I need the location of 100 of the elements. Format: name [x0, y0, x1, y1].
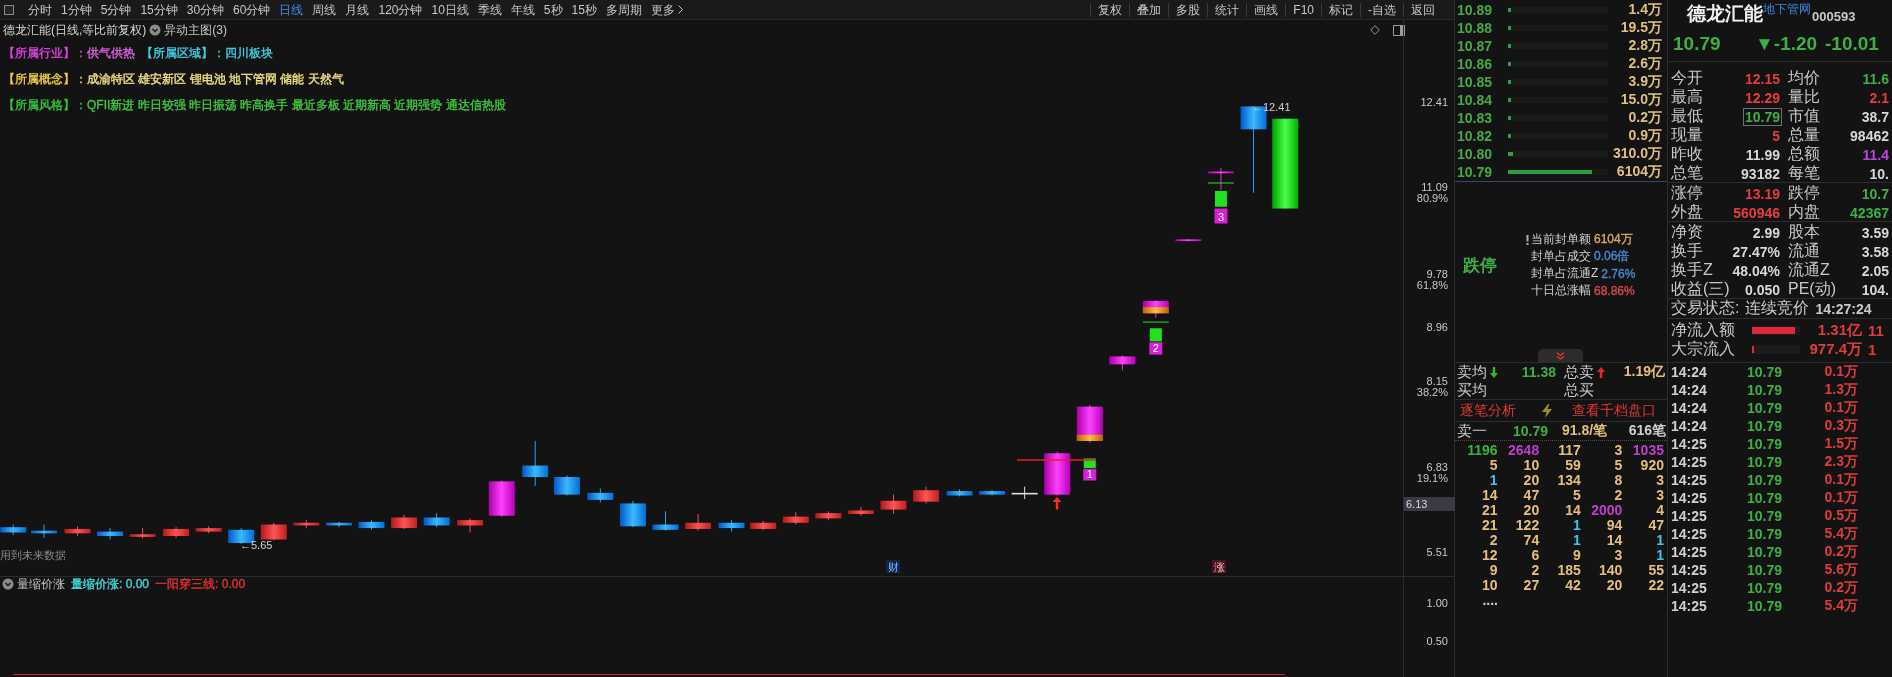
info-value: QFII新进 昨日较强 昨日振荡 昨高换手 最近多板 近期新高 近期强势 通达信热股	[87, 96, 506, 114]
axis-value-label: 1.00	[1426, 597, 1448, 609]
queue-order: 5	[1489, 458, 1498, 473]
order-volume: 310.0万	[1611, 145, 1662, 163]
axis-percent-label: 80.9%	[1416, 193, 1448, 204]
info-label: 【所属区域】：	[141, 44, 225, 62]
toolbar-button[interactable]: 标记	[1321, 2, 1360, 17]
axis-percent-label: 61.8%	[1416, 280, 1448, 291]
trade-price: 10.79	[1747, 544, 1784, 560]
toolbar-button[interactable]: 统计	[1207, 2, 1247, 17]
axis-price-label: 11.09	[1421, 182, 1448, 193]
event-marker[interactable]: 涨	[1212, 560, 1226, 573]
formula-dropdown[interactable]: 异动主图(3)	[149, 24, 227, 36]
period-tab[interactable]: 月线	[345, 1, 370, 18]
trade-time: 14:24	[1671, 382, 1708, 398]
toolbar-button[interactable]: F10	[1285, 2, 1321, 17]
sell-one-count: 616笔	[1628, 422, 1666, 440]
order-price: 10.85	[1457, 74, 1494, 90]
seal-value: 0.06倍	[1594, 248, 1630, 265]
period-tab[interactable]: 15秒	[571, 1, 597, 18]
queue-order: 1	[1656, 548, 1664, 563]
exclamation-icon	[1526, 234, 1529, 245]
trade-price: 10.79	[1747, 562, 1784, 578]
candlestick	[488, 480, 515, 518]
quote-label: 最低	[1671, 106, 1704, 126]
order-depth-link[interactable]: 查看千档盘口	[1572, 401, 1656, 420]
period-tab[interactable]: 季线	[477, 1, 502, 18]
last-price: 10.79	[1673, 33, 1722, 55]
candlestick	[979, 489, 1006, 496]
period-tab[interactable]: 120分钟	[378, 1, 423, 18]
quote-value: 12.29	[1743, 88, 1781, 107]
info-label: 【所属概念】：	[3, 70, 87, 88]
toolbar-button[interactable]: 复权	[1090, 2, 1130, 17]
quote-label: 净资	[1671, 222, 1704, 242]
quote-value: 11.99	[1744, 145, 1781, 164]
period-tab[interactable]: 10日线	[431, 1, 469, 18]
period-tab[interactable]: 多周期	[605, 1, 642, 18]
period-tab[interactable]: 5分钟	[100, 1, 132, 18]
period-tab[interactable]: 30分钟	[186, 1, 225, 18]
quote-label: 昨收	[1671, 144, 1704, 164]
order-volume: 19.5万	[1619, 19, 1662, 37]
axis-price-label: 8.96	[1426, 322, 1448, 333]
tick-analysis-link[interactable]: 逐笔分析	[1460, 401, 1516, 420]
period-tab[interactable]: 15分钟	[140, 1, 178, 18]
trade-volume: 1.5万	[1823, 435, 1858, 453]
stock-name: 德龙汇能	[1687, 2, 1763, 26]
toolbar-button[interactable]: -自选	[1360, 2, 1403, 17]
indicator-dropdown[interactable]: 量缩价涨	[2, 578, 65, 590]
chevron-right-icon	[677, 5, 683, 14]
candlestick	[195, 525, 222, 534]
square-icon[interactable]	[4, 4, 14, 15]
collapse-button[interactable]	[1538, 349, 1583, 362]
candlestick	[325, 521, 352, 528]
candlestick	[260, 522, 287, 541]
period-tab[interactable]: 年线	[510, 1, 535, 18]
period-tab[interactable]: 日线	[279, 1, 304, 18]
trade-volume: 1.3万	[1823, 381, 1858, 399]
quote-value: 3.58	[1860, 242, 1890, 261]
indicator-value: 量缩价涨: 0.00	[71, 575, 150, 593]
quote-value: 3.59	[1860, 223, 1890, 242]
order-volume: 3.9万	[1627, 73, 1662, 91]
queue-order: 122	[1515, 518, 1540, 533]
quote-value: 38.7	[1860, 107, 1890, 126]
toolbar-button[interactable]: 画线	[1246, 2, 1286, 17]
more-button[interactable]: 更多	[650, 1, 683, 18]
flow-value: 1.31亿	[1816, 321, 1862, 340]
order-price: 10.86	[1457, 56, 1494, 72]
quote-label: 市值	[1787, 106, 1821, 126]
concept-tag[interactable]: 地下管网	[1763, 1, 1811, 18]
seal-value: 68.86%	[1594, 283, 1635, 298]
toolbar-button[interactable]: 多股	[1168, 2, 1208, 17]
candlestick	[1207, 167, 1235, 191]
period-tab[interactable]: 1分钟	[61, 1, 92, 18]
chart-title: 德龙汇能(日线,等比前复权)	[3, 21, 147, 39]
toolbar-button[interactable]: 返回	[1403, 2, 1442, 17]
trade-price: 10.79	[1747, 526, 1784, 542]
price-tag: 6.13	[1404, 497, 1455, 511]
period-tab[interactable]: 5秒	[543, 1, 563, 18]
diamond-icon[interactable]	[1370, 25, 1380, 35]
toolbar-button[interactable]: 叠加	[1129, 2, 1169, 17]
candlestick	[880, 494, 907, 515]
queue-order: 94	[1606, 518, 1623, 533]
period-tab[interactable]: 分时	[28, 1, 52, 18]
period-tab[interactable]: 60分钟	[233, 1, 271, 18]
price-change: ▼-1.20	[1755, 33, 1819, 55]
order-price: 10.88	[1457, 20, 1494, 36]
period-tab[interactable]: 周线	[312, 1, 337, 18]
order-price: 10.87	[1457, 38, 1494, 54]
queue-order: 3	[1656, 488, 1664, 503]
event-marker[interactable]: 财	[886, 560, 900, 573]
trade-time: 14:25	[1671, 436, 1708, 452]
status-label: 交易状态:	[1671, 298, 1740, 318]
queue-order: 42	[1565, 578, 1581, 593]
queue-order: 2	[1614, 488, 1623, 503]
window-icon[interactable]	[1393, 24, 1405, 36]
quote-value: 2.1	[1868, 88, 1890, 107]
queue-order: 9	[1489, 563, 1498, 578]
candlestick	[293, 519, 320, 529]
order-volume: 0.2万	[1627, 109, 1662, 127]
queue-order: 10	[1482, 578, 1498, 593]
